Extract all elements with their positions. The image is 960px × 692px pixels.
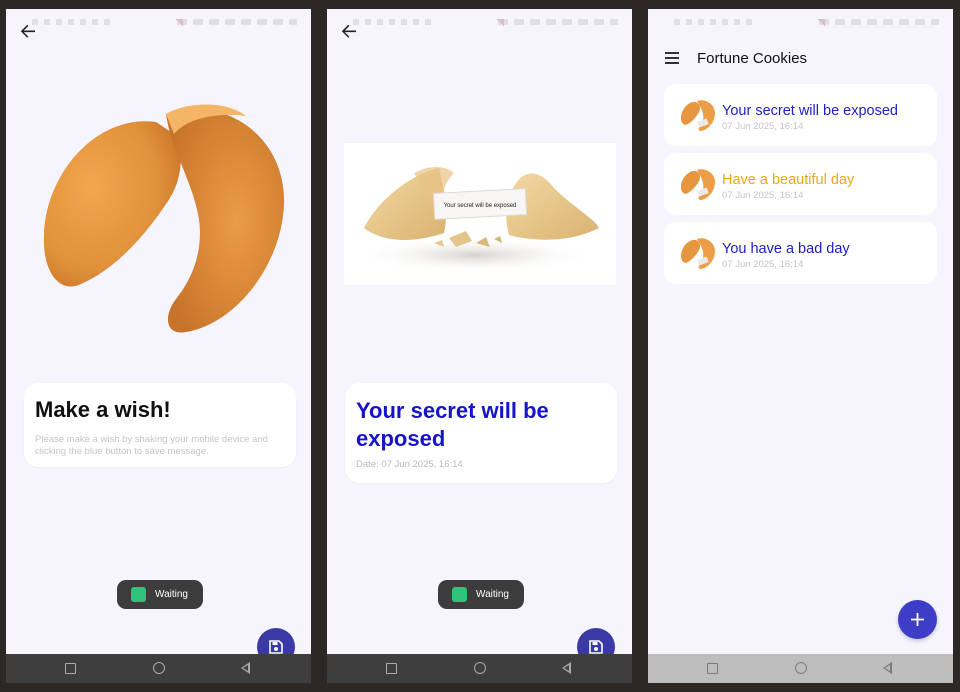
- recents-button[interactable]: [65, 663, 76, 674]
- toast-label: Waiting: [476, 589, 509, 600]
- hamburger-line: [665, 62, 679, 64]
- status-bar: [648, 9, 953, 37]
- broken-cookie-image: Your secret will be exposed: [344, 143, 616, 285]
- list-item[interactable]: Have a beautiful day 07 Jun 2025, 16:14: [664, 153, 937, 215]
- waiting-toast: Waiting: [117, 580, 203, 609]
- arrow-left-icon: [20, 24, 35, 38]
- add-button[interactable]: [898, 600, 937, 639]
- arrow-left-icon: [341, 24, 356, 38]
- list-item-title: Have a beautiful day: [722, 172, 855, 188]
- system-nav-bar: [327, 654, 632, 683]
- hamburger-line: [665, 57, 679, 59]
- status-bar: [6, 9, 311, 37]
- nav-back-button[interactable]: [241, 662, 250, 674]
- android-icon: [131, 587, 146, 602]
- phone-screen-list: Fortune Cookies Your secret will be expo…: [648, 9, 953, 683]
- list-item-title: Your secret will be exposed: [722, 103, 898, 119]
- wish-description: Please make a wish by shaking your mobil…: [35, 434, 268, 457]
- fortune-slip-text: Your secret will be exposed: [444, 203, 517, 209]
- nav-back-button[interactable]: [883, 662, 892, 674]
- toast-label: Waiting: [155, 589, 188, 600]
- floppy-disk-icon: [589, 640, 603, 654]
- system-nav-bar: [6, 654, 311, 683]
- status-icons-left: [353, 19, 433, 25]
- fortune-text: Your secret will be exposed: [356, 398, 549, 451]
- list-item[interactable]: You have a bad day 07 Jun 2025, 16:14: [664, 222, 937, 284]
- page-title: Fortune Cookies: [697, 50, 808, 67]
- wish-card: Make a wish! Please make a wish by shaki…: [24, 383, 296, 467]
- home-button[interactable]: [795, 662, 807, 674]
- fortune-card: Your secret will be exposed Date: 07 Jun…: [345, 383, 617, 483]
- fortune-date: Date: 07 Jun 2025, 16:14: [356, 459, 463, 470]
- wish-title: Make a wish!: [35, 397, 171, 422]
- nav-back-button[interactable]: [562, 662, 571, 674]
- phone-screen-fortune: Your secret will be exposed Your secret …: [327, 9, 632, 683]
- back-button[interactable]: [16, 19, 40, 43]
- back-button[interactable]: [337, 19, 361, 43]
- status-icons-right: [819, 19, 939, 25]
- list-item-date: 07 Jun 2025, 16:14: [722, 259, 804, 270]
- recents-button[interactable]: [386, 663, 397, 674]
- fortune-cookie-icon: [681, 169, 715, 200]
- menu-button[interactable]: [665, 51, 681, 65]
- home-button[interactable]: [153, 662, 165, 674]
- status-bar: [327, 9, 632, 37]
- list-item-date: 07 Jun 2025, 16:14: [722, 121, 804, 132]
- recents-button[interactable]: [707, 663, 718, 674]
- status-icons-right: [498, 19, 618, 25]
- fortune-cookie-image: [43, 104, 285, 333]
- list-item-title: You have a bad day: [722, 241, 850, 257]
- list-item[interactable]: Your secret will be exposed 07 Jun 2025,…: [664, 84, 937, 146]
- status-icons-left: [32, 19, 112, 25]
- floppy-disk-icon: [269, 640, 283, 654]
- android-icon: [452, 587, 467, 602]
- list-item-date: 07 Jun 2025, 16:14: [722, 190, 804, 201]
- home-button[interactable]: [474, 662, 486, 674]
- system-nav-bar: [648, 654, 953, 683]
- status-icons-left: [674, 19, 754, 25]
- fortune-cookie-icon: [681, 100, 715, 131]
- fortune-cookie-icon: [681, 238, 715, 269]
- status-icons-right: [177, 19, 297, 25]
- waiting-toast: Waiting: [438, 580, 524, 609]
- plus-icon: [911, 613, 924, 626]
- phone-screen-make-wish: Make a wish! Please make a wish by shaki…: [6, 9, 311, 683]
- hamburger-menu-icon: [665, 52, 679, 54]
